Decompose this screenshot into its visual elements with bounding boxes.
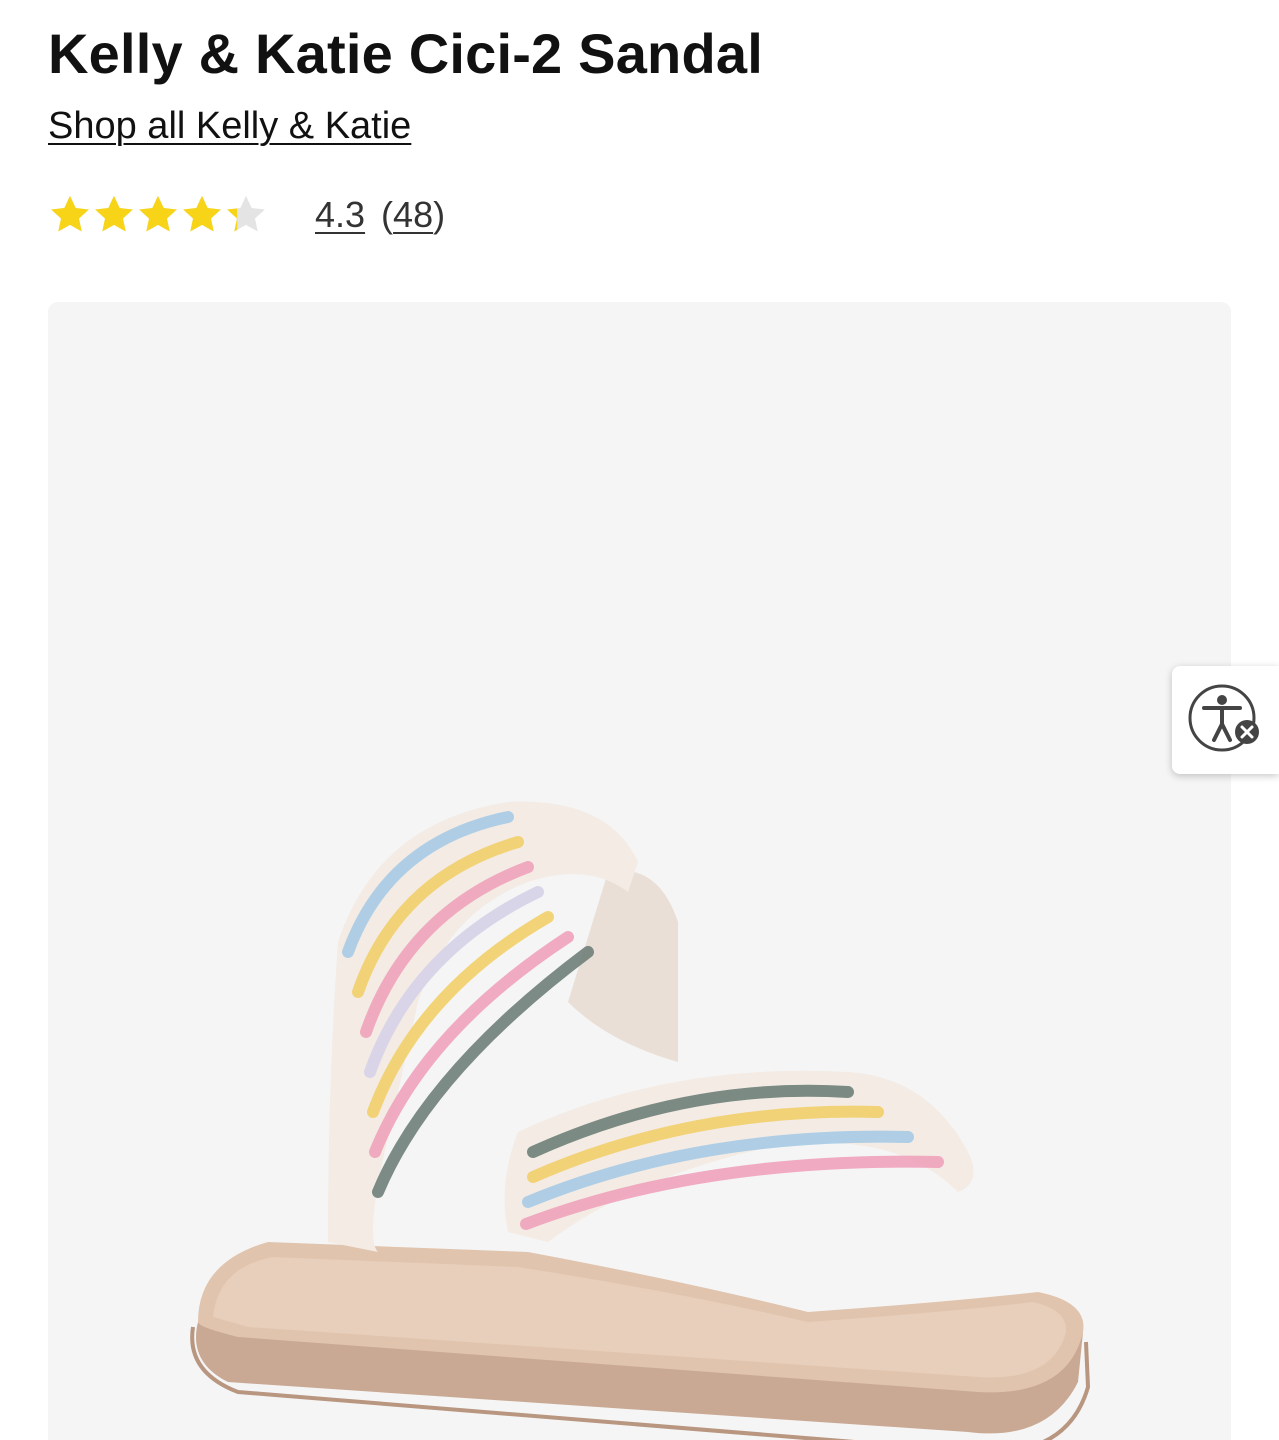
product-page: Kelly & Katie Cici-2 Sandal Shop all Kel… <box>0 0 1279 1440</box>
star-icon <box>139 195 177 232</box>
star-icon <box>95 195 133 232</box>
close-paren: ) <box>433 194 446 235</box>
review-count-link[interactable]: (48) <box>381 193 445 237</box>
star-icon <box>51 195 89 232</box>
rating-value[interactable]: 4.3 <box>315 193 365 237</box>
rating-summary[interactable]: 4.3 (48) <box>48 192 445 238</box>
star-rating <box>48 193 268 237</box>
star-icon <box>183 195 221 232</box>
accessibility-person-icon <box>1188 684 1259 752</box>
product-image[interactable] <box>48 302 1231 1440</box>
review-count[interactable]: 48 <box>393 194 433 235</box>
open-paren: ( <box>381 194 394 235</box>
shop-all-brand-link[interactable]: Shop all Kelly & Katie <box>48 103 411 149</box>
accessibility-widget-button[interactable] <box>1172 666 1279 774</box>
star-icon <box>227 195 265 232</box>
sandal-photo <box>190 801 1091 1440</box>
product-title: Kelly & Katie Cici-2 Sandal <box>48 22 763 85</box>
